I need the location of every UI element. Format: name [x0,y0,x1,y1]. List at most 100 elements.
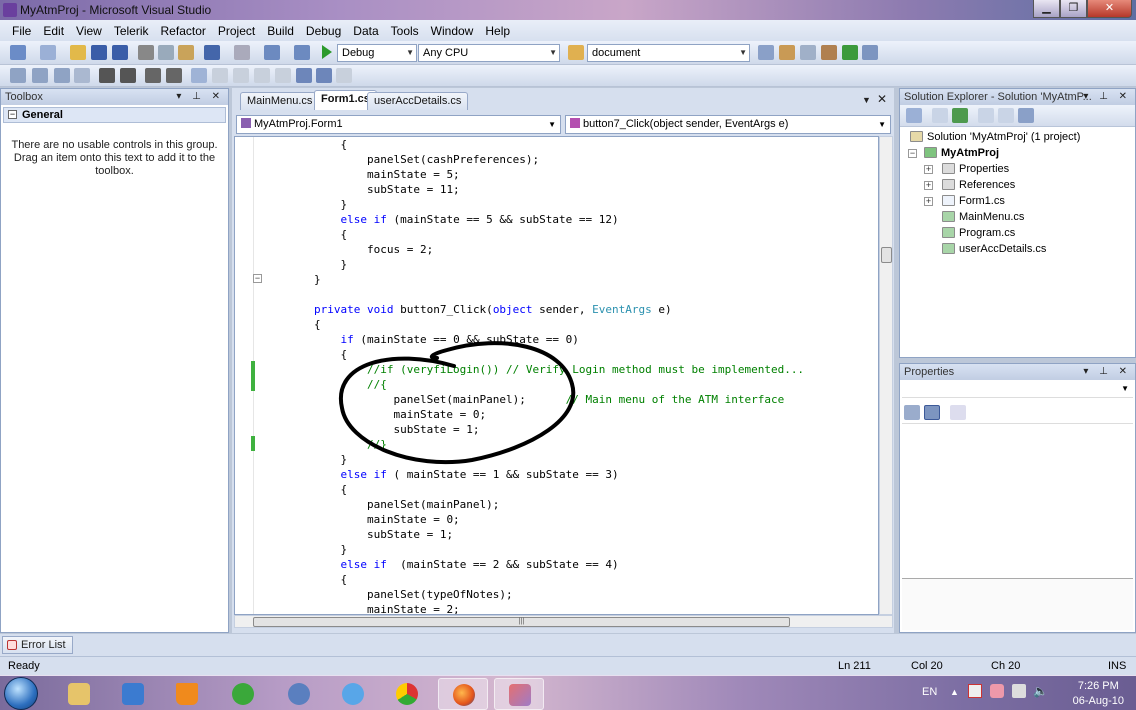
taskbar-media-player[interactable] [108,678,158,710]
taskbar-firefox[interactable] [438,678,488,710]
menu-file[interactable]: File [6,24,37,38]
active-files-dropdown-icon[interactable]: ▼ [862,95,871,105]
comment-lines-icon[interactable] [145,68,161,83]
volume-icon[interactable]: 🔈 [1033,684,1048,698]
view-designer-icon[interactable] [998,108,1014,123]
close-document-icon[interactable]: ✕ [877,92,887,106]
undo-icon[interactable] [204,45,220,60]
new-project-icon[interactable] [10,45,26,60]
properties-icon[interactable] [906,108,922,123]
toolbox-group-general[interactable]: − General [3,107,226,123]
decrease-indent-icon[interactable] [99,68,115,83]
expand-icon[interactable]: + [924,165,933,174]
system-clock[interactable]: 7:26 PM 06-Aug-10 [1073,679,1124,709]
code-line[interactable]: focus = 2; [261,242,433,257]
align-center-icon[interactable] [32,68,48,83]
code-line[interactable]: } [261,272,321,287]
code-line[interactable]: mainState = 5; [261,167,460,182]
taskbar-network-app[interactable] [328,678,378,710]
categorized-icon[interactable] [904,405,920,420]
security-icon[interactable] [990,684,1004,698]
start-button[interactable] [4,677,38,710]
member-dropdown[interactable]: button7_Click(object sender, EventArgs e… [565,115,891,134]
code-line[interactable]: { [261,137,347,152]
code-line[interactable]: } [261,452,347,467]
bookmark-icon[interactable] [191,68,207,83]
add-item-icon[interactable] [40,45,56,60]
code-line[interactable]: subState = 1; [261,527,453,542]
solution-explorer-icon[interactable] [758,45,774,60]
menu-data[interactable]: Data [347,24,384,38]
configuration-dropdown[interactable]: Debug ▼ [337,44,417,62]
menu-edit[interactable]: Edit [37,24,70,38]
tree-mainmenu[interactable]: MainMenu.cs [942,210,1024,224]
menu-refactor[interactable]: Refactor [155,24,212,38]
class-diagram-icon[interactable] [1018,108,1034,123]
expand-icon[interactable]: + [924,181,933,190]
view-code-icon[interactable] [978,108,994,123]
vertical-scroll-thumb[interactable] [881,247,892,263]
code-line[interactable]: } [261,257,347,272]
menu-view[interactable]: View [70,24,108,38]
menu-window[interactable]: Window [425,24,480,38]
code-line[interactable]: panelSet(typeOfNotes); [261,587,513,602]
menu-telerik[interactable]: Telerik [108,24,155,38]
uncomment-lines-icon[interactable] [166,68,182,83]
menu-debug[interactable]: Debug [300,24,347,38]
toolbox-icon[interactable] [821,45,837,60]
code-line[interactable]: else if (mainState == 2 && subState == 4… [261,557,618,572]
tree-project[interactable]: MyAtmProj [924,146,999,160]
maximize-button[interactable]: ❐ [1060,0,1087,18]
vertical-scrollbar[interactable] [879,136,893,615]
align-left-icon[interactable] [10,68,26,83]
taskbar-green-app[interactable] [218,678,268,710]
horizontal-scrollbar[interactable]: ||| [234,615,893,628]
tab-mainmenu[interactable]: MainMenu.cs [240,92,316,110]
window-layout-icon[interactable] [862,45,878,60]
panel-controls[interactable]: ▾ ⊥ ✕ [1083,89,1131,105]
refresh-icon[interactable] [952,108,968,123]
tree-useraccdetails[interactable]: userAccDetails.cs [942,242,1046,256]
code-line[interactable]: { [261,227,347,242]
menu-build[interactable]: Build [261,24,300,38]
tree-form1[interactable]: Form1.cs [942,194,1005,208]
show-all-files-icon[interactable] [932,108,948,123]
copy-icon[interactable] [158,45,174,60]
taskbar-vlc[interactable] [162,678,212,710]
alphabetical-icon[interactable] [924,405,940,420]
menu-tools[interactable]: Tools [385,24,425,38]
code-line[interactable]: panelSet(cashPreferences); [261,152,539,167]
taskbar-explorer[interactable] [54,678,104,710]
code-line[interactable]: else if (mainState == 5 && subState == 1… [261,212,618,227]
code-line[interactable]: } [261,542,347,557]
next-bookmark-folder-icon[interactable] [275,68,291,83]
menu-project[interactable]: Project [212,24,261,38]
code-line[interactable]: { [261,317,321,332]
network-tray-icon[interactable] [1012,684,1026,698]
code-line[interactable]: mainState = 0; [261,512,460,527]
code-line[interactable]: } [261,197,347,212]
code-line[interactable]: panelSet(mainPanel); // Main menu of the… [261,392,784,407]
paste-icon[interactable] [178,45,194,60]
find-in-files-icon[interactable] [568,45,584,60]
prev-bookmark-doc-icon[interactable] [296,68,312,83]
tree-references[interactable]: References [942,178,1015,192]
code-line[interactable]: subState = 1; [261,422,479,437]
code-line[interactable]: mainState = 0; [261,407,486,422]
horizontal-scroll-thumb[interactable]: ||| [253,617,790,627]
text-format-icon[interactable] [74,68,90,83]
platform-dropdown[interactable]: Any CPU ▼ [418,44,560,62]
clear-bookmarks-icon[interactable] [336,68,352,83]
collapse-icon[interactable]: − [908,149,917,158]
start-debugging-icon[interactable] [322,45,332,59]
start-page-icon[interactable] [842,45,858,60]
code-line[interactable]: { [261,482,347,497]
collapse-icon[interactable]: − [8,110,17,119]
taskbar-chrome[interactable] [382,678,432,710]
object-selector[interactable]: ▼ [902,382,1133,398]
prev-bookmark-icon[interactable] [212,68,228,83]
close-button[interactable]: ✕ [1087,0,1132,18]
save-icon[interactable] [91,45,107,60]
code-line[interactable]: //{ [261,377,387,392]
prev-bookmark-folder-icon[interactable] [254,68,270,83]
